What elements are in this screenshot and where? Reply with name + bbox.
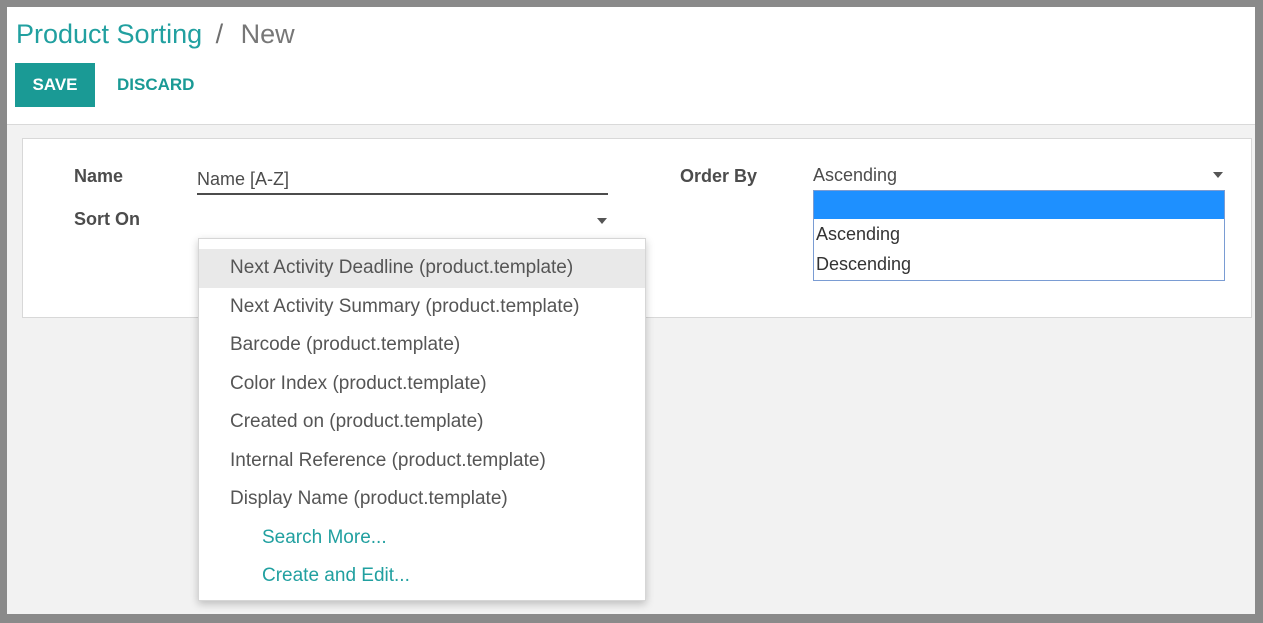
control-panel: Product Sorting / New SAVE DISCARD [7,7,1255,125]
autocomplete-item[interactable]: Internal Reference (product.template) [199,442,645,481]
caret-down-icon[interactable] [597,218,607,224]
autocomplete-item[interactable]: Color Index (product.template) [199,365,645,404]
order-by-option-ascending[interactable]: Ascending [814,219,1224,249]
breadcrumb: Product Sorting / New [16,19,295,50]
order-by-select[interactable]: Ascending [813,162,1226,190]
autocomplete-item[interactable]: Created on (product.template) [199,403,645,442]
order-by-option-descending[interactable]: Descending [814,249,1224,279]
autocomplete-item[interactable]: Barcode (product.template) [199,326,645,365]
order-by-dropdown-list: Ascending Descending [813,190,1225,281]
breadcrumb-current: New [240,19,295,49]
save-button[interactable]: SAVE [15,63,95,107]
autocomplete-item[interactable]: Next Activity Summary (product.template) [199,288,645,327]
sort-on-select[interactable] [197,206,608,236]
caret-down-icon[interactable] [1213,172,1223,178]
breadcrumb-parent-link[interactable]: Product Sorting [16,19,202,49]
name-input[interactable]: Name [A-Z] [197,165,608,195]
sort-on-autocomplete-dropdown: Next Activity Deadline (product.template… [198,238,646,601]
breadcrumb-separator: / [215,19,224,49]
sort-on-label: Sort On [74,209,140,229]
discard-button[interactable]: DISCARD [117,63,194,107]
create-and-edit-link[interactable]: Create and Edit... [199,557,645,596]
autocomplete-item[interactable]: Display Name (product.template) [199,480,645,519]
name-label: Name [74,166,124,186]
search-more-link[interactable]: Search More... [199,519,645,558]
order-by-value: Ascending [813,165,898,185]
order-by-label: Order By [680,166,758,186]
autocomplete-item[interactable]: Next Activity Deadline (product.template… [199,249,645,288]
order-by-option-empty[interactable] [814,191,1224,219]
